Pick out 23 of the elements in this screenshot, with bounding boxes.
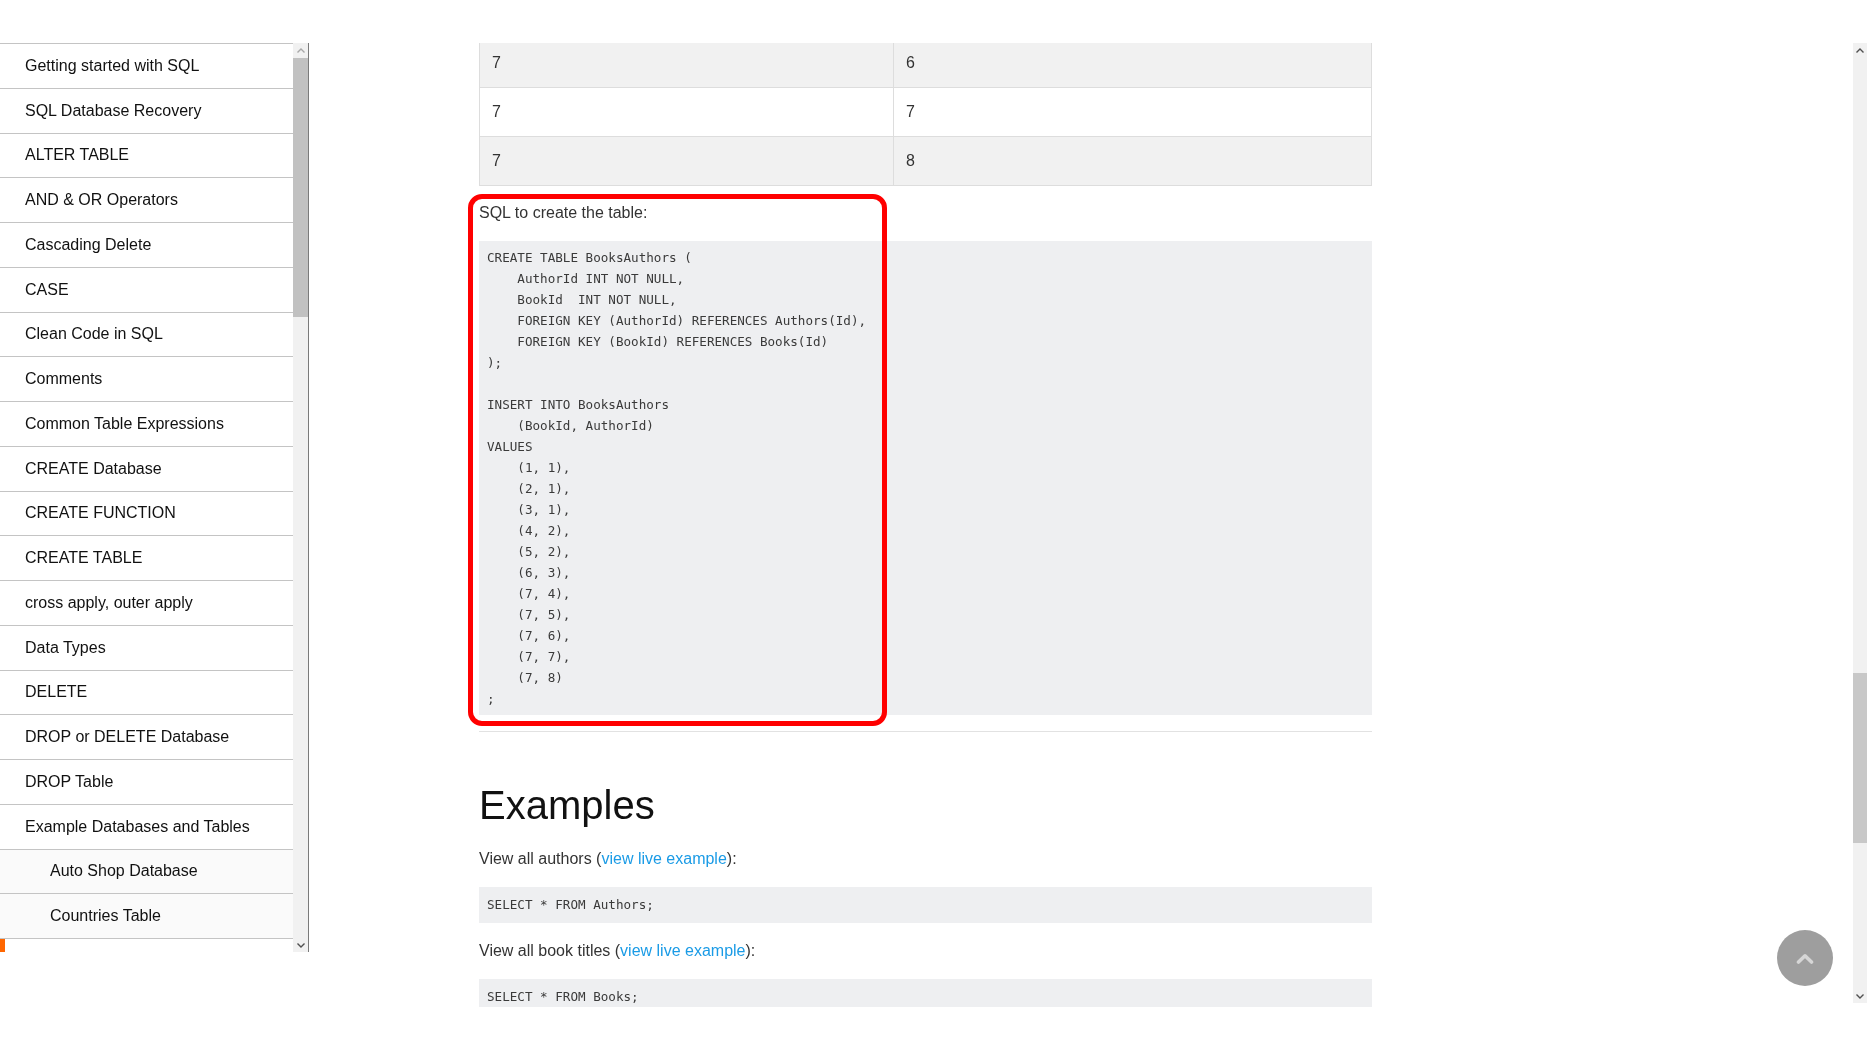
scrollbar-thumb[interactable] bbox=[293, 58, 308, 317]
table-cell: 8 bbox=[893, 136, 1372, 186]
table-cell: 7 bbox=[479, 136, 894, 186]
paragraph: View all authors (view live example): bbox=[479, 849, 738, 869]
table-cell: 7 bbox=[893, 87, 1372, 137]
scroll-down-icon[interactable] bbox=[296, 942, 305, 948]
code-block: SELECT * FROM Books; bbox=[479, 979, 1372, 1007]
scrollbar-thumb[interactable] bbox=[1853, 673, 1867, 843]
chevron-up-icon bbox=[1796, 952, 1814, 964]
sidebar-subitem[interactable]: Countries Table bbox=[0, 894, 293, 939]
code-block: SELECT * FROM Authors; bbox=[479, 887, 1372, 923]
table-cell: 7 bbox=[479, 87, 894, 137]
back-to-top-button[interactable] bbox=[1777, 930, 1833, 986]
scroll-up-icon[interactable] bbox=[1856, 47, 1864, 53]
table-cell: 7 bbox=[479, 43, 894, 88]
sidebar-subitem[interactable]: Auto Shop Database bbox=[0, 849, 293, 895]
scroll-down-icon[interactable] bbox=[1856, 993, 1864, 999]
current-item-marker bbox=[0, 939, 5, 952]
paragraph: SQL to create the table: bbox=[479, 203, 649, 223]
code-block: CREATE TABLE BooksAuthors ( AuthorId INT NOT NULL, BookId INT NOT NULL, FOREIGN KEY (AuthorId) REFERENCES Authors(Id), FOREIGN KEY (BookId) REFERENCES Books(Id) ); INSERT INTO BooksAuthors (BookId, AuthorId) VALUES (1, 1), (2, 1), (3, 1), (4, 2), (5, 2), (6, 3), (7, 4), (7, 5), (7, 6), (7, 7), (7, 8) ; bbox=[479, 241, 1372, 715]
paragraph: View all book titles (view live example): bbox=[479, 941, 757, 961]
section-heading: Examples bbox=[479, 782, 656, 828]
table-cell: 6 bbox=[893, 43, 1372, 88]
